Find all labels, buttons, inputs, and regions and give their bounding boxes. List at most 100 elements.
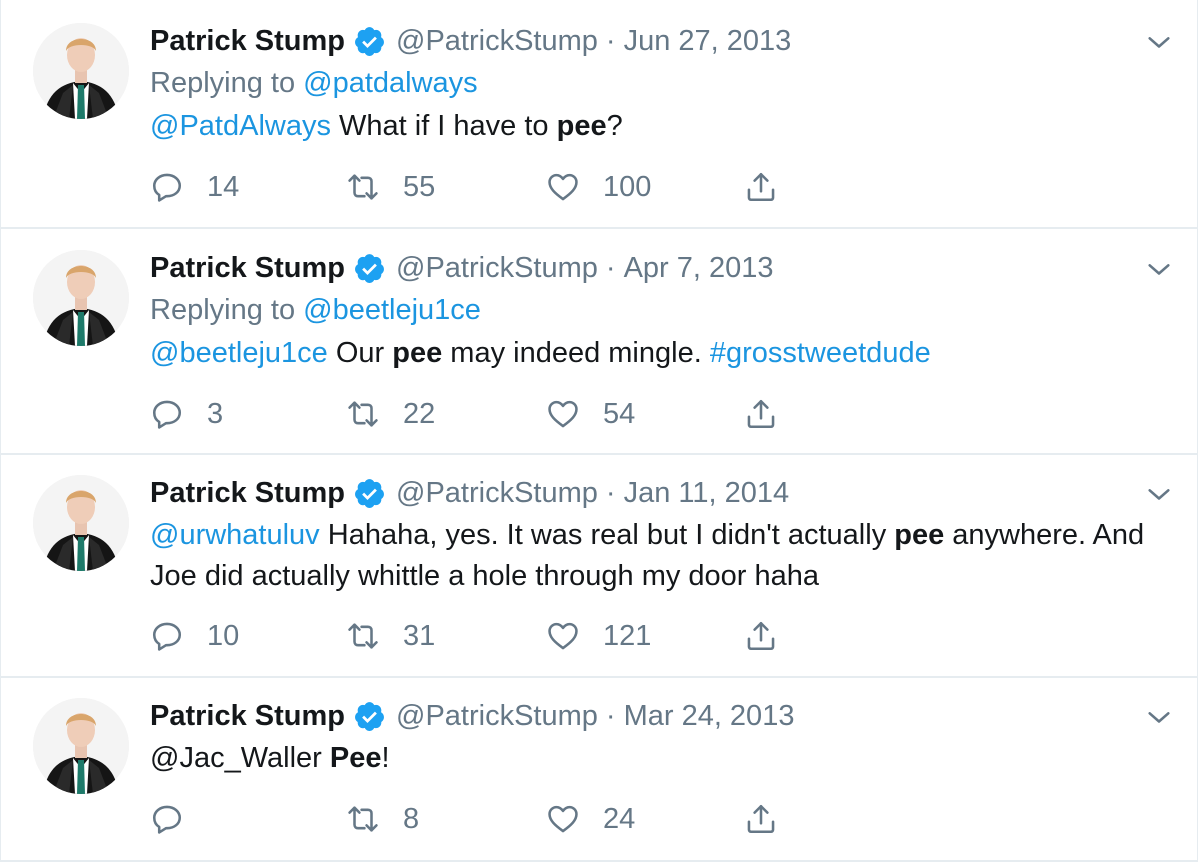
tweet-text-segment: pee (556, 110, 607, 142)
tweet-text: @Jac_Waller Pee! (150, 738, 1159, 779)
mention-link[interactable]: @PatdAlways (150, 110, 331, 142)
tweet-text: @beetleju1ce Our pee may indeed mingle. … (150, 333, 1159, 374)
verified-badge-icon (353, 477, 386, 510)
tweet-header: Patrick Stump @PatrickStump · Jun 27, 2013 (150, 23, 1159, 59)
retweet-button[interactable]: 22 (346, 394, 435, 434)
verified-badge-icon (353, 700, 386, 733)
likes-count: 24 (603, 802, 636, 835)
retweets-count: 22 (403, 397, 436, 430)
tweet-content: Patrick Stump @PatrickStump · Jun 27, 2013 R… (150, 23, 1159, 147)
author-name[interactable]: Patrick Stump (150, 700, 345, 733)
like-button[interactable]: 54 (546, 394, 635, 434)
reply-to-link[interactable]: @beetleju1ce (303, 294, 481, 326)
author-handle[interactable]: @PatrickStump (396, 477, 598, 510)
heart-icon (546, 802, 580, 836)
share-icon (744, 170, 778, 204)
heart-icon (546, 619, 580, 653)
tweet-actions: 10 31 121 (150, 616, 850, 656)
reply-icon (150, 397, 184, 431)
author-name[interactable]: Patrick Stump (150, 252, 345, 285)
tweet-header: Patrick Stump @PatrickStump · Mar 24, 2013 (150, 698, 1159, 734)
mention-link[interactable]: @beetleju1ce (150, 337, 328, 369)
share-button[interactable] (744, 799, 778, 839)
heart-icon (546, 397, 580, 431)
hashtag-link[interactable]: #grosstweetdude (710, 337, 931, 369)
mention-link[interactable]: @urwhatuluv (150, 519, 320, 551)
heart-icon (546, 170, 580, 204)
verified-badge-icon (353, 252, 386, 285)
tweet-text-segment: ! (381, 742, 390, 774)
author-handle[interactable]: @PatrickStump (396, 700, 598, 733)
retweet-button[interactable]: 55 (346, 167, 435, 207)
reply-button[interactable]: 10 (150, 616, 239, 656)
retweet-button[interactable]: 31 (346, 616, 435, 656)
like-button[interactable]: 24 (546, 799, 635, 839)
author-name[interactable]: Patrick Stump (150, 477, 345, 510)
replies-count: 10 (207, 619, 240, 652)
likes-count: 54 (603, 397, 636, 430)
retweet-button[interactable]: 8 (346, 799, 419, 839)
likes-count: 121 (603, 619, 652, 652)
avatar[interactable] (33, 698, 129, 794)
tweet-text-segment: @Jac_Waller (150, 742, 330, 774)
separator-dot: · (605, 476, 616, 509)
share-icon (744, 619, 778, 653)
tweet-date[interactable]: Jun 27, 2013 (624, 25, 792, 58)
share-button[interactable] (744, 167, 778, 207)
separator-dot: · (605, 24, 616, 57)
tweet-content: Patrick Stump @PatrickStump · Jan 11, 2014 @… (150, 475, 1159, 597)
tweet[interactable]: Patrick Stump @PatrickStump · Apr 7, 2013 Re… (1, 229, 1198, 455)
retweet-icon (346, 619, 380, 653)
author-handle[interactable]: @PatrickStump (396, 25, 598, 58)
tweet-text-segment: pee (392, 337, 443, 369)
tweet-text-segment: Our (327, 337, 393, 369)
retweet-icon (346, 170, 380, 204)
tweet-text-segment: may indeed mingle. (442, 337, 710, 369)
reply-button[interactable]: 14 (150, 167, 239, 207)
reply-to-link[interactable]: @patdalways (303, 67, 478, 99)
tweet-date[interactable]: Jan 11, 2014 (624, 477, 790, 510)
replying-to-label: Replying to (150, 67, 296, 99)
reply-icon (150, 619, 184, 653)
avatar[interactable] (33, 23, 129, 119)
retweets-count: 8 (403, 802, 420, 835)
avatar[interactable] (33, 250, 129, 346)
tweet-content: Patrick Stump @PatrickStump · Mar 24, 2013 @… (150, 698, 1159, 779)
share-icon (744, 802, 778, 836)
reply-button[interactable] (150, 799, 207, 839)
like-button[interactable]: 100 (546, 167, 651, 207)
tweet[interactable]: Patrick Stump @PatrickStump · Jan 11, 2014 @… (1, 455, 1198, 678)
reply-icon (150, 170, 184, 204)
tweet[interactable]: Patrick Stump @PatrickStump · Mar 24, 2013 @… (1, 678, 1198, 862)
share-button[interactable] (744, 394, 778, 434)
tweet-text: @PatdAlways What if I have to pee? (150, 106, 1159, 147)
author-handle[interactable]: @PatrickStump (396, 252, 598, 285)
like-button[interactable]: 121 (546, 616, 651, 656)
verified-badge-icon (353, 25, 386, 58)
retweet-icon (346, 397, 380, 431)
retweet-icon (346, 802, 380, 836)
replies-count: 14 (207, 170, 240, 203)
retweets-count: 55 (403, 170, 436, 203)
retweets-count: 31 (403, 619, 436, 652)
tweet-header: Patrick Stump @PatrickStump · Apr 7, 2013 (150, 250, 1159, 286)
tweet-text-segment: pee (894, 519, 945, 551)
tweet-date[interactable]: Mar 24, 2013 (624, 700, 795, 733)
tweet-actions: 8 24 (150, 799, 850, 839)
tweet-text: @urwhatuluv Hahaha, yes. It was real but… (150, 515, 1159, 597)
replying-to: Replying to @beetleju1ce (150, 290, 1159, 331)
reply-icon (150, 802, 184, 836)
reply-button[interactable]: 3 (150, 394, 223, 434)
tweet-date[interactable]: Apr 7, 2013 (624, 252, 774, 285)
tweet-feed: Patrick Stump @PatrickStump · Jun 27, 2013 R… (0, 0, 1198, 862)
replies-count: 3 (207, 397, 224, 430)
author-name[interactable]: Patrick Stump (150, 25, 345, 58)
tweet-text-segment: What if I have to (330, 110, 557, 142)
tweet-text-segment: ? (606, 110, 623, 142)
share-button[interactable] (744, 616, 778, 656)
avatar[interactable] (33, 475, 129, 571)
tweet-content: Patrick Stump @PatrickStump · Apr 7, 2013 Re… (150, 250, 1159, 374)
tweet-text-segment: Pee (329, 742, 382, 774)
tweet[interactable]: Patrick Stump @PatrickStump · Jun 27, 2013 R… (1, 0, 1198, 229)
replying-to: Replying to @patdalways (150, 63, 1159, 104)
